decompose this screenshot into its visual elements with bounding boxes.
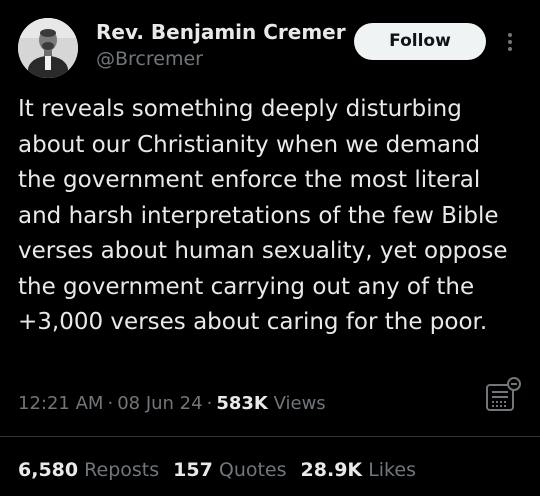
avatar[interactable] (18, 18, 78, 78)
author-display-name[interactable]: Rev. Benjamin Cremer (96, 19, 346, 45)
likes-stat[interactable]: 28.9K Likes (301, 458, 416, 482)
more-vertical-icon[interactable] (500, 27, 520, 57)
views-count: 583K (216, 393, 268, 414)
views-label: Views (273, 393, 326, 414)
more-dot (508, 33, 512, 37)
quotes-count: 157 (173, 459, 213, 481)
divider (0, 436, 540, 437)
quotes-stat[interactable]: 157 Quotes (173, 458, 286, 482)
likes-label: Likes (368, 459, 416, 481)
tweet-time[interactable]: 12:21 AM (18, 393, 103, 414)
engagement-stats: 6,580 Reposts 157 Quotes 28.9K Likes (18, 458, 430, 482)
author-handle[interactable]: @Brcremer (96, 47, 203, 71)
avatar-image (18, 18, 78, 78)
notes-icon[interactable] (484, 376, 524, 416)
quotes-label: Quotes (218, 459, 287, 481)
reposts-count: 6,580 (18, 459, 79, 481)
notes-icon-graphic (486, 377, 521, 411)
likes-count: 28.9K (300, 459, 363, 481)
meta-separator: · (206, 393, 213, 414)
reposts-label: Reposts (84, 459, 160, 481)
tweet-date[interactable]: 08 Jun 24 (117, 393, 202, 414)
more-dot (508, 40, 512, 44)
tweet-meta: 12:21 AM · 08 Jun 24 · 583K Views (18, 392, 326, 416)
follow-button[interactable]: Follow (354, 23, 486, 60)
more-dot (508, 47, 512, 51)
meta-separator: · (107, 393, 114, 414)
reposts-stat[interactable]: 6,580 Reposts (18, 458, 159, 482)
tweet-text: It reveals something deeply disturbing a… (18, 96, 508, 335)
